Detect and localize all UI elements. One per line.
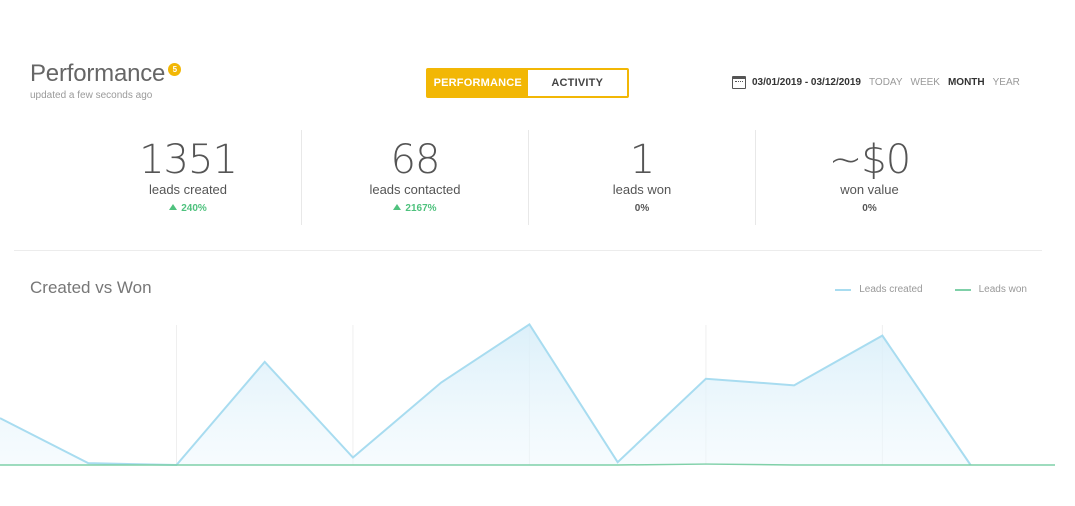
- period-month[interactable]: MONTH: [948, 77, 985, 88]
- period-week[interactable]: WEEK: [911, 77, 940, 88]
- up-arrow-icon: [169, 204, 178, 210]
- period-year[interactable]: YEAR: [993, 77, 1020, 88]
- stat-leads-contacted: 68 leads contacted 2167%: [302, 130, 529, 225]
- tab-performance[interactable]: PERFORMANCE: [428, 70, 528, 96]
- updated-subtitle: updated a few seconds ago: [30, 90, 153, 101]
- stat-change-text: 2167%: [405, 203, 437, 214]
- stat-value: 68: [390, 137, 441, 183]
- legend-label: Leads created: [859, 284, 923, 295]
- page-title: Performance 5: [30, 60, 182, 88]
- stat-change: 0%: [862, 203, 877, 214]
- created-vs-won-chart: [0, 322, 1055, 467]
- section-divider: [14, 250, 1042, 251]
- legend-swatch: [835, 288, 852, 291]
- stat-leads-won: 1 leads won 0%: [529, 130, 756, 225]
- legend-swatch: [954, 288, 971, 291]
- legend-item-leads-created[interactable]: Leads created: [835, 284, 923, 295]
- stat-change-text: 240%: [181, 203, 207, 214]
- stat-leads-created: 1351 leads created 240%: [75, 130, 302, 225]
- stat-won-value: ~$0 won value 0%: [756, 130, 983, 225]
- stat-label: leads won: [612, 182, 672, 197]
- up-arrow-icon: [393, 204, 402, 210]
- stat-value: 1351: [139, 137, 238, 183]
- stats-row: 1351 leads created 240% 68 leads contact…: [75, 130, 983, 225]
- page-title-text: Performance: [30, 60, 166, 87]
- notification-badge[interactable]: 5: [168, 63, 182, 76]
- stat-change: 0%: [634, 203, 650, 214]
- stat-change: 2167%: [302, 203, 528, 214]
- stat-label: leads contacted: [369, 182, 461, 197]
- stat-value: ~$0: [828, 137, 911, 183]
- header: Performance 5 updated a few seconds ago: [30, 60, 182, 101]
- calendar-icon[interactable]: [732, 76, 746, 89]
- tab-activity[interactable]: ACTIVITY: [527, 70, 627, 96]
- leads-created-area: [0, 324, 971, 465]
- legend-item-leads-won[interactable]: Leads won: [954, 284, 1027, 295]
- date-range[interactable]: 03/01/2019 - 03/12/2019: [752, 77, 861, 88]
- view-toggle: PERFORMANCE ACTIVITY: [426, 68, 629, 98]
- stat-value: 1: [629, 137, 655, 183]
- legend-label: Leads won: [978, 284, 1027, 295]
- stat-label: leads created: [148, 182, 228, 197]
- stat-change: 240%: [75, 203, 301, 214]
- stat-label: won value: [840, 182, 899, 197]
- period-today[interactable]: TODAY: [869, 77, 903, 88]
- chart-legend: Leads created Leads won: [803, 284, 1027, 295]
- date-filter: 03/01/2019 - 03/12/2019 TODAY WEEK MONTH…: [732, 76, 1028, 89]
- chart-title: Created vs Won: [30, 278, 152, 297]
